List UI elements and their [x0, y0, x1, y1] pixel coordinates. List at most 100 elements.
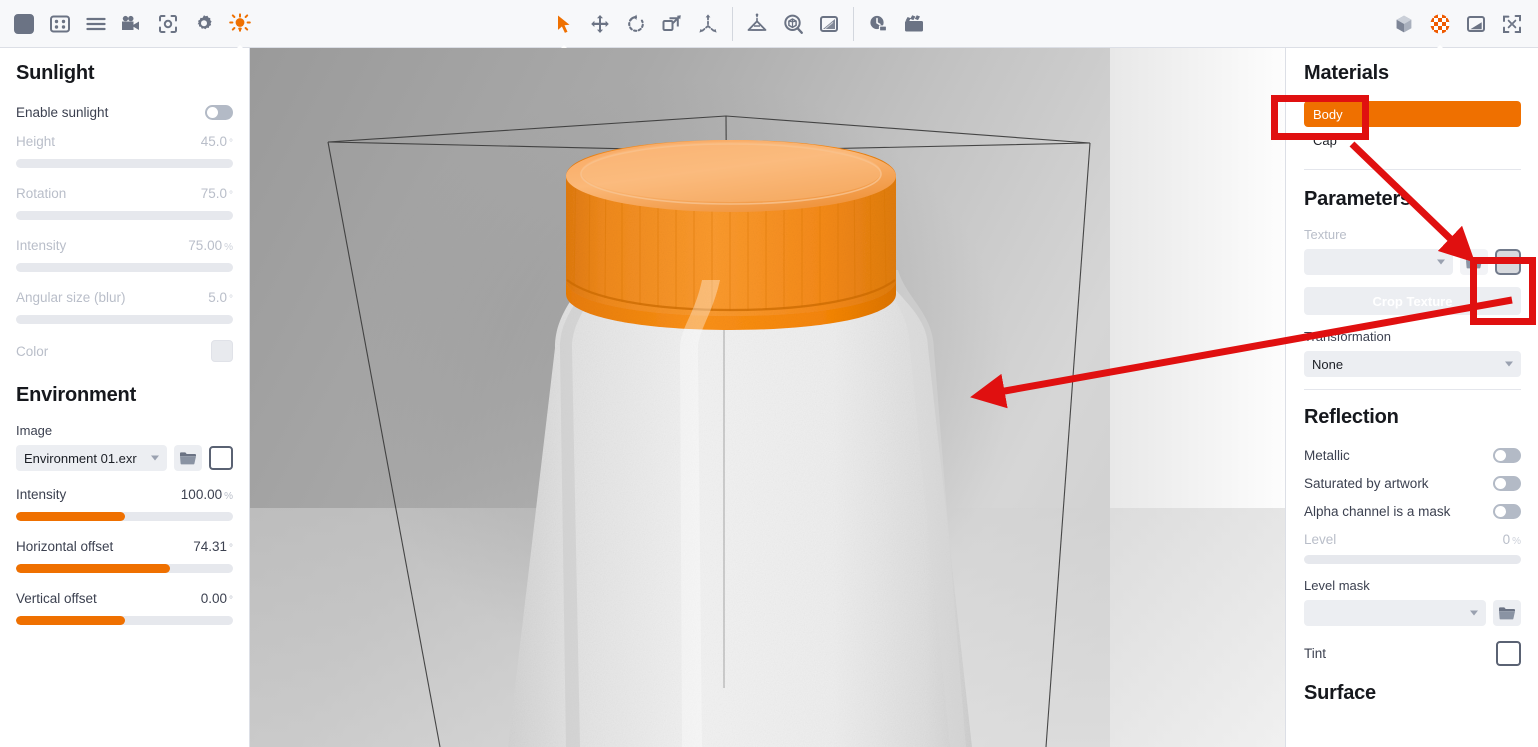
move-icon[interactable]: [582, 6, 618, 42]
environment-image-select[interactable]: Environment 01.exr: [16, 445, 167, 471]
inspect-3d-icon[interactable]: [775, 6, 811, 42]
chevron-down-icon: [151, 456, 159, 461]
transformation-select[interactable]: None: [1304, 351, 1521, 377]
texture-preview-button[interactable]: [1495, 249, 1521, 275]
transformation-value: None: [1312, 357, 1343, 372]
environment-vertical-offset-label: Vertical offset: [16, 591, 97, 606]
material-item-cap[interactable]: Cap: [1304, 127, 1521, 153]
settings-gear-icon[interactable]: [186, 6, 222, 42]
toolbar-left-group: [0, 0, 258, 48]
materials-section-title: Materials: [1304, 62, 1521, 85]
sunlight-angular-size-unit: °: [229, 294, 233, 305]
camera-icon[interactable]: [114, 6, 150, 42]
animation-clapper-icon[interactable]: [896, 6, 932, 42]
saturated-by-artwork-toggle[interactable]: [1493, 476, 1521, 491]
left-properties-panel: Sunlight Enable sunlight Height 45.0° Ro…: [0, 48, 250, 747]
metallic-toggle[interactable]: [1493, 448, 1521, 463]
enable-sunlight-label: Enable sunlight: [16, 105, 108, 120]
right-properties-panel: Materials Body Cap Parameters Texture Cr…: [1285, 48, 1538, 747]
focus-icon[interactable]: [150, 6, 186, 42]
material-item-cap-label: Cap: [1313, 133, 1337, 148]
menu-icon[interactable]: [78, 6, 114, 42]
material-item-body-label: Body: [1313, 107, 1343, 122]
environment-vertical-offset-row: Vertical offset 0.00°: [16, 587, 233, 609]
alpha-channel-mask-toggle[interactable]: [1493, 504, 1521, 519]
environment-horizontal-offset-value: 74.31°: [193, 539, 233, 554]
sunlight-rotation-label: Rotation: [16, 186, 66, 201]
viewport-render: [250, 48, 1285, 747]
sunlight-intensity-slider[interactable]: [16, 263, 233, 272]
environment-vertical-offset-number: 0.00: [201, 591, 227, 606]
texture-browse-button[interactable]: [1460, 249, 1488, 275]
level-mask-browse-button[interactable]: [1493, 600, 1521, 626]
grid-layout-icon[interactable]: [42, 6, 78, 42]
environment-horizontal-offset-label: Horizontal offset: [16, 539, 113, 554]
texture-select[interactable]: [1304, 249, 1453, 275]
sunlight-rotation-row: Rotation 75.0°: [16, 182, 233, 204]
fullscreen-icon[interactable]: [1494, 6, 1530, 42]
parameters-divider: [1304, 389, 1521, 390]
reflection-level-row: Level 0%: [1304, 527, 1521, 551]
crop-texture-button[interactable]: Crop Texture: [1304, 287, 1521, 315]
sunlight-section-title: Sunlight: [16, 62, 233, 85]
sunlight-height-slider[interactable]: [16, 159, 233, 168]
lighting-stage-icon[interactable]: [739, 6, 775, 42]
environment-horizontal-offset-number: 74.31: [193, 539, 227, 554]
environment-intensity-row: Intensity 100.00%: [16, 483, 233, 505]
reflection-level-slider[interactable]: [1304, 555, 1521, 564]
distribute-icon[interactable]: [690, 6, 726, 42]
level-mask-select[interactable]: [1304, 600, 1486, 626]
environment-horizontal-offset-row: Horizontal offset 74.31°: [16, 535, 233, 557]
tint-color-swatch[interactable]: [1496, 641, 1521, 666]
snapshot-icon[interactable]: [1458, 6, 1494, 42]
saturated-by-artwork-row: Saturated by artwork: [1304, 471, 1521, 495]
alpha-channel-mask-label: Alpha channel is a mask: [1304, 504, 1450, 519]
environment-image-row: Environment 01.exr: [16, 445, 233, 471]
crop-texture-label: Crop Texture: [1373, 294, 1453, 309]
sunlight-color-label: Color: [16, 344, 48, 359]
chevron-down-icon: [1437, 260, 1445, 265]
environment-image-value: Environment 01.exr: [24, 451, 137, 466]
environment-horizontal-offset-slider[interactable]: [16, 564, 233, 573]
environment-vertical-offset-unit: °: [229, 595, 233, 606]
tint-row: Tint: [1304, 638, 1521, 668]
environment-intensity-number: 100.00: [181, 487, 222, 502]
sunlight-height-value: 45.0°: [201, 134, 233, 149]
reflection-section-title: Reflection: [1304, 406, 1521, 429]
material-item-body[interactable]: Body: [1304, 101, 1521, 127]
environment-horizontal-offset-unit: °: [229, 543, 233, 554]
scale-icon[interactable]: [654, 6, 690, 42]
sunlight-height-label: Height: [16, 134, 55, 149]
add-icon[interactable]: [6, 6, 42, 42]
environment-vertical-offset-slider[interactable]: [16, 616, 233, 625]
sunlight-icon[interactable]: [222, 6, 258, 42]
checkerboard-sphere-icon[interactable]: [1422, 6, 1458, 42]
materials-list: Body Cap: [1304, 101, 1521, 153]
3d-viewport[interactable]: [250, 48, 1285, 747]
environment-intensity-slider[interactable]: [16, 512, 233, 521]
environment-image-browse-button[interactable]: [174, 445, 202, 471]
enable-sunlight-row: Enable sunlight: [16, 101, 233, 123]
surface-section-title: Surface: [1304, 682, 1521, 705]
environment-intensity-unit: %: [224, 491, 233, 502]
cube-3d-icon[interactable]: [1386, 6, 1422, 42]
environment-vertical-offset-value: 0.00°: [201, 591, 233, 606]
sunlight-angular-size-slider[interactable]: [16, 315, 233, 324]
enable-sunlight-toggle[interactable]: [205, 105, 233, 120]
chevron-down-icon: [1470, 611, 1478, 616]
sunlight-angular-size-number: 5.0: [208, 290, 227, 305]
sunlight-rotation-number: 75.0: [201, 186, 227, 201]
sunlight-color-swatch[interactable]: [211, 340, 233, 362]
sunlight-intensity-number: 75.00: [188, 238, 222, 253]
environment-image-label: Image: [16, 423, 233, 438]
rotate-icon[interactable]: [618, 6, 654, 42]
environment-image-preview-button[interactable]: [209, 446, 233, 470]
sunlight-rotation-slider[interactable]: [16, 211, 233, 220]
sunlight-height-row: Height 45.0°: [16, 130, 233, 152]
render-quality-icon[interactable]: [811, 6, 847, 42]
history-icon[interactable]: [860, 6, 896, 42]
saturated-by-artwork-label: Saturated by artwork: [1304, 476, 1429, 491]
sunlight-angular-size-row: Angular size (blur) 5.0°: [16, 286, 233, 308]
select-cursor-icon[interactable]: [546, 6, 582, 42]
app-root: Sunlight Enable sunlight Height 45.0° Ro…: [0, 0, 1538, 747]
